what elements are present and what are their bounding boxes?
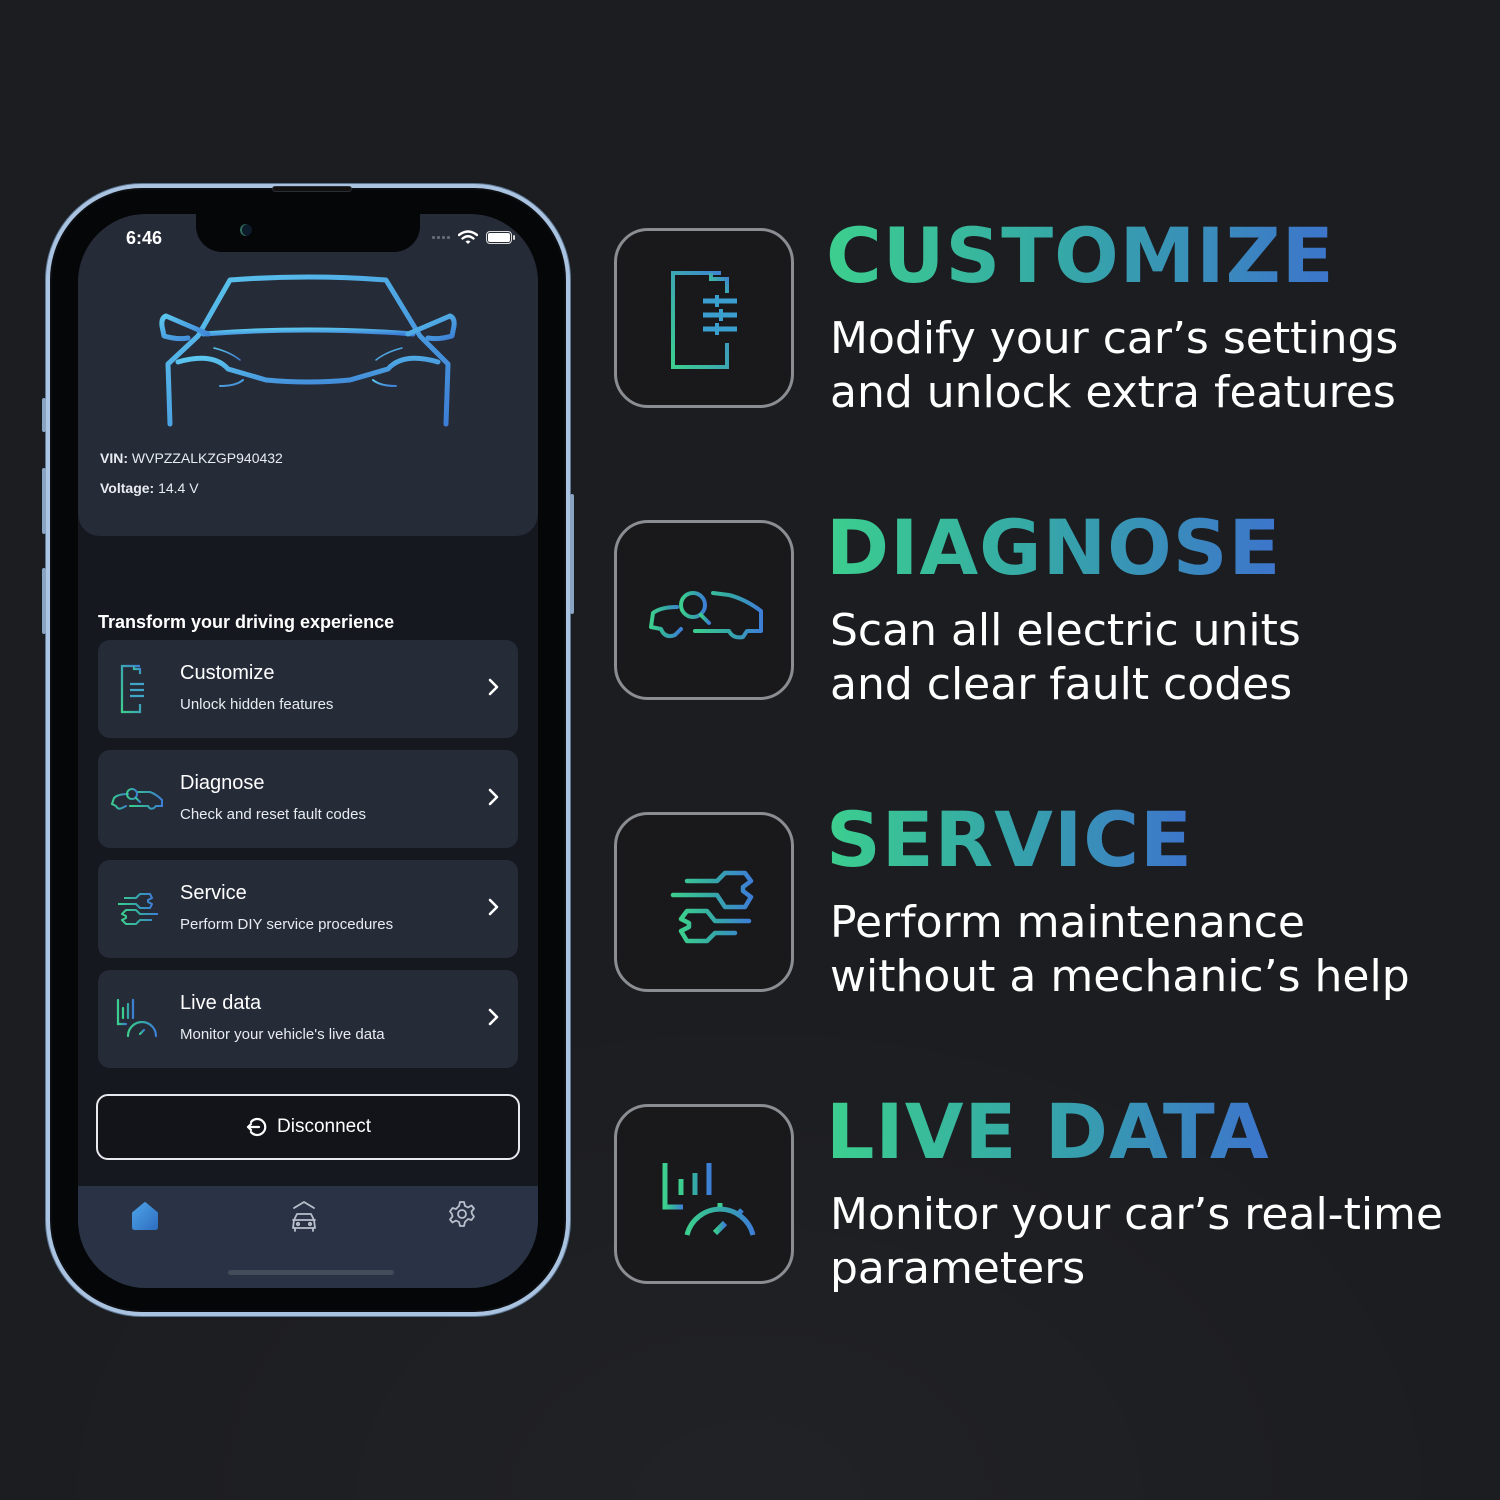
- menu-item-title: Live data: [180, 992, 262, 1014]
- tab-home[interactable]: [130, 1200, 170, 1236]
- bottom-tab-bar: [78, 1186, 538, 1288]
- menu-item-subtitle: Unlock hidden features: [180, 696, 334, 713]
- feature-description-line: and unlock extra features: [830, 367, 1396, 418]
- vehicle-card: 6:46 VIN: WVPZZALKZGP940432 Voltage: 14.…: [78, 214, 538, 536]
- battery-icon: [486, 231, 515, 244]
- menu-item-live-data[interactable]: Live data Monitor your vehicle's live da…: [98, 970, 518, 1068]
- home-icon: [132, 1202, 158, 1230]
- status-icons: [432, 230, 515, 245]
- volume-down-button: [42, 568, 46, 634]
- front-camera: [240, 224, 252, 236]
- menu-item-title: Customize: [180, 662, 275, 684]
- disconnect-label: Disconnect: [277, 1116, 371, 1137]
- logout-icon: [246, 1117, 267, 1137]
- feature-description-line: Monitor your car’s real-time: [830, 1189, 1443, 1240]
- menu-item-subtitle: Perform DIY service procedures: [180, 916, 394, 933]
- wrenches-icon: [670, 870, 754, 944]
- feature-title: CUSTOMIZE: [826, 211, 1335, 300]
- feature-description: Modify your car’s settings and unlock ex…: [830, 312, 1398, 420]
- feature-description: Monitor your car’s real-time parameters: [830, 1188, 1443, 1296]
- power-button: [570, 494, 574, 614]
- feature-title: DIAGNOSE: [826, 503, 1282, 592]
- voltage-row: Voltage: 14.4 V: [100, 480, 199, 496]
- feature-customize: CUSTOMIZE Modify your car’s settings and…: [614, 214, 1474, 428]
- disconnect-button[interactable]: Disconnect: [96, 1094, 520, 1160]
- feature-icon-box: [614, 228, 794, 408]
- gauge-chart-icon: [662, 1163, 756, 1236]
- menu-item-subtitle: Monitor your vehicle's live data: [180, 1026, 385, 1043]
- menu-item-title: Diagnose: [180, 772, 265, 794]
- feature-description-line: parameters: [830, 1243, 1086, 1294]
- feature-description-line: and clear fault codes: [830, 659, 1293, 710]
- feature-live-data: LIVE DATA Monitor your car’s real-time p…: [614, 1090, 1474, 1304]
- chevron-right-icon: [488, 898, 499, 916]
- phone-mockup: 6:46 VIN: WVPZZALKZGP940432 Voltage: 14.…: [42, 184, 574, 1316]
- chevron-right-icon: [488, 1008, 499, 1026]
- feature-title: LIVE DATA: [826, 1087, 1270, 1176]
- feature-description-line: Perform maintenance: [830, 897, 1305, 948]
- feature-description: Scan all electric units and clear fault …: [830, 604, 1301, 712]
- gauge-chart-icon: [116, 998, 158, 1038]
- feature-title: SERVICE: [826, 795, 1193, 884]
- customize-sliders-icon: [120, 664, 144, 714]
- menu-item-customize[interactable]: Customize Unlock hidden features: [98, 640, 518, 738]
- menu-item-title: Service: [180, 882, 247, 904]
- tab-settings[interactable]: [448, 1200, 488, 1236]
- feature-description-line: Scan all electric units: [830, 605, 1301, 656]
- vin-row: VIN: WVPZZALKZGP940432: [100, 450, 283, 466]
- menu-item-service[interactable]: Service Perform DIY service procedures: [98, 860, 518, 958]
- home-indicator: [228, 1270, 394, 1275]
- menu-item-subtitle: Check and reset fault codes: [180, 806, 366, 823]
- menu-item-diagnose[interactable]: Diagnose Check and reset fault codes: [98, 750, 518, 848]
- wifi-icon: [458, 230, 478, 244]
- notch: [196, 214, 420, 252]
- volume-up-button: [42, 468, 46, 534]
- feature-description: Perform maintenance without a mechanic’s…: [830, 896, 1410, 1004]
- car-front-illustration: [159, 274, 457, 427]
- phone-screen: 6:46 VIN: WVPZZALKZGP940432 Voltage: 14.…: [78, 214, 538, 1288]
- voltage-value: 14.4 V: [158, 480, 199, 496]
- section-title: Transform your driving experience: [98, 612, 395, 632]
- car-search-icon: [649, 591, 763, 640]
- feature-icon-box: [614, 812, 794, 992]
- feature-description-line: without a mechanic’s help: [830, 951, 1410, 1002]
- car-search-icon: [110, 788, 163, 810]
- feature-description-line: Modify your car’s settings: [830, 313, 1399, 364]
- feature-icon-box: [614, 1104, 794, 1284]
- voltage-label: Voltage:: [100, 480, 155, 496]
- customize-sliders-icon: [671, 271, 737, 369]
- feature-diagnose: DIAGNOSE Scan all electric units and cle…: [614, 506, 1474, 720]
- silent-switch: [42, 398, 46, 432]
- earpiece-speaker: [272, 186, 352, 192]
- garage-car-icon: [292, 1201, 316, 1232]
- tab-garage[interactable]: [288, 1200, 328, 1236]
- wrenches-icon: [118, 893, 158, 925]
- vin-value: WVPZZALKZGP940432: [131, 450, 283, 466]
- chevron-right-icon: [488, 788, 499, 806]
- gear-icon: [449, 1201, 475, 1227]
- chevron-right-icon: [488, 678, 499, 696]
- vin-label: VIN:: [100, 450, 128, 466]
- feature-service: SERVICE Perform maintenance without a me…: [614, 798, 1474, 1012]
- feature-icon-box: [614, 520, 794, 700]
- signal-icon: [432, 236, 450, 239]
- status-time: 6:46: [126, 228, 163, 248]
